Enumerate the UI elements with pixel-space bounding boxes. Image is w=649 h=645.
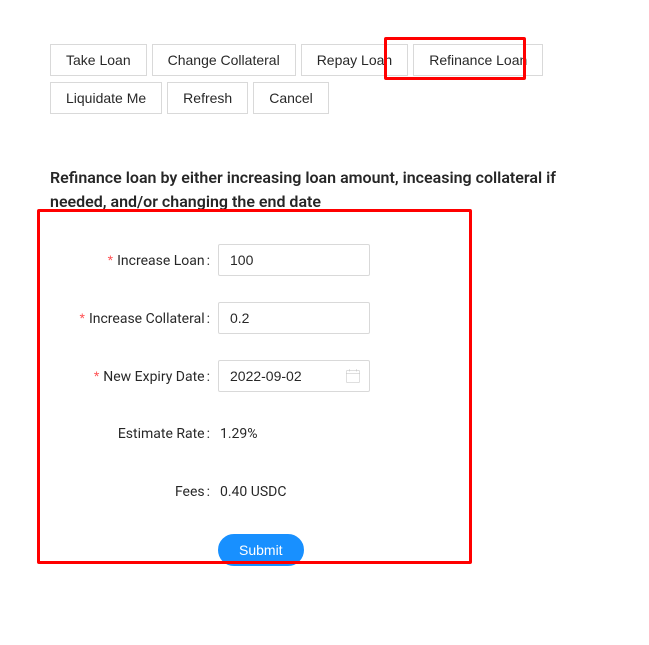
section-title: Refinance loan by either increasing loan… — [50, 166, 590, 214]
tab-change-collateral[interactable]: Change Collateral — [152, 44, 296, 76]
label-increase-collateral: *Increase Collateral — [60, 310, 218, 327]
label-new-expiry: *New Expiry Date — [60, 368, 218, 385]
label-increase-loan: *Increase Loan — [60, 252, 218, 269]
tab-repay-loan[interactable]: Repay Loan — [301, 44, 409, 76]
tab-take-loan[interactable]: Take Loan — [50, 44, 147, 76]
label-estimate-rate: Estimate Rate — [60, 426, 218, 442]
tab-refresh[interactable]: Refresh — [167, 82, 248, 114]
fees-value: 0.40 USDC — [218, 484, 286, 500]
increase-loan-input[interactable] — [218, 244, 370, 276]
submit-button[interactable]: Submit — [218, 534, 304, 566]
increase-collateral-input[interactable] — [218, 302, 370, 334]
label-fees: Fees — [60, 484, 218, 500]
tab-refinance-loan[interactable]: Refinance Loan — [413, 44, 543, 76]
refinance-form: *Increase Loan *Increase Collateral *New… — [50, 224, 472, 584]
refinance-loan-panel: Take Loan Change Collateral Repay Loan R… — [0, 0, 649, 645]
new-expiry-date-input[interactable] — [218, 360, 370, 392]
action-tabbar: Take Loan Change Collateral Repay Loan R… — [50, 44, 615, 120]
tab-cancel[interactable]: Cancel — [253, 82, 329, 114]
estimate-rate-value: 1.29% — [218, 426, 258, 442]
tab-liquidate-me[interactable]: Liquidate Me — [50, 82, 162, 114]
